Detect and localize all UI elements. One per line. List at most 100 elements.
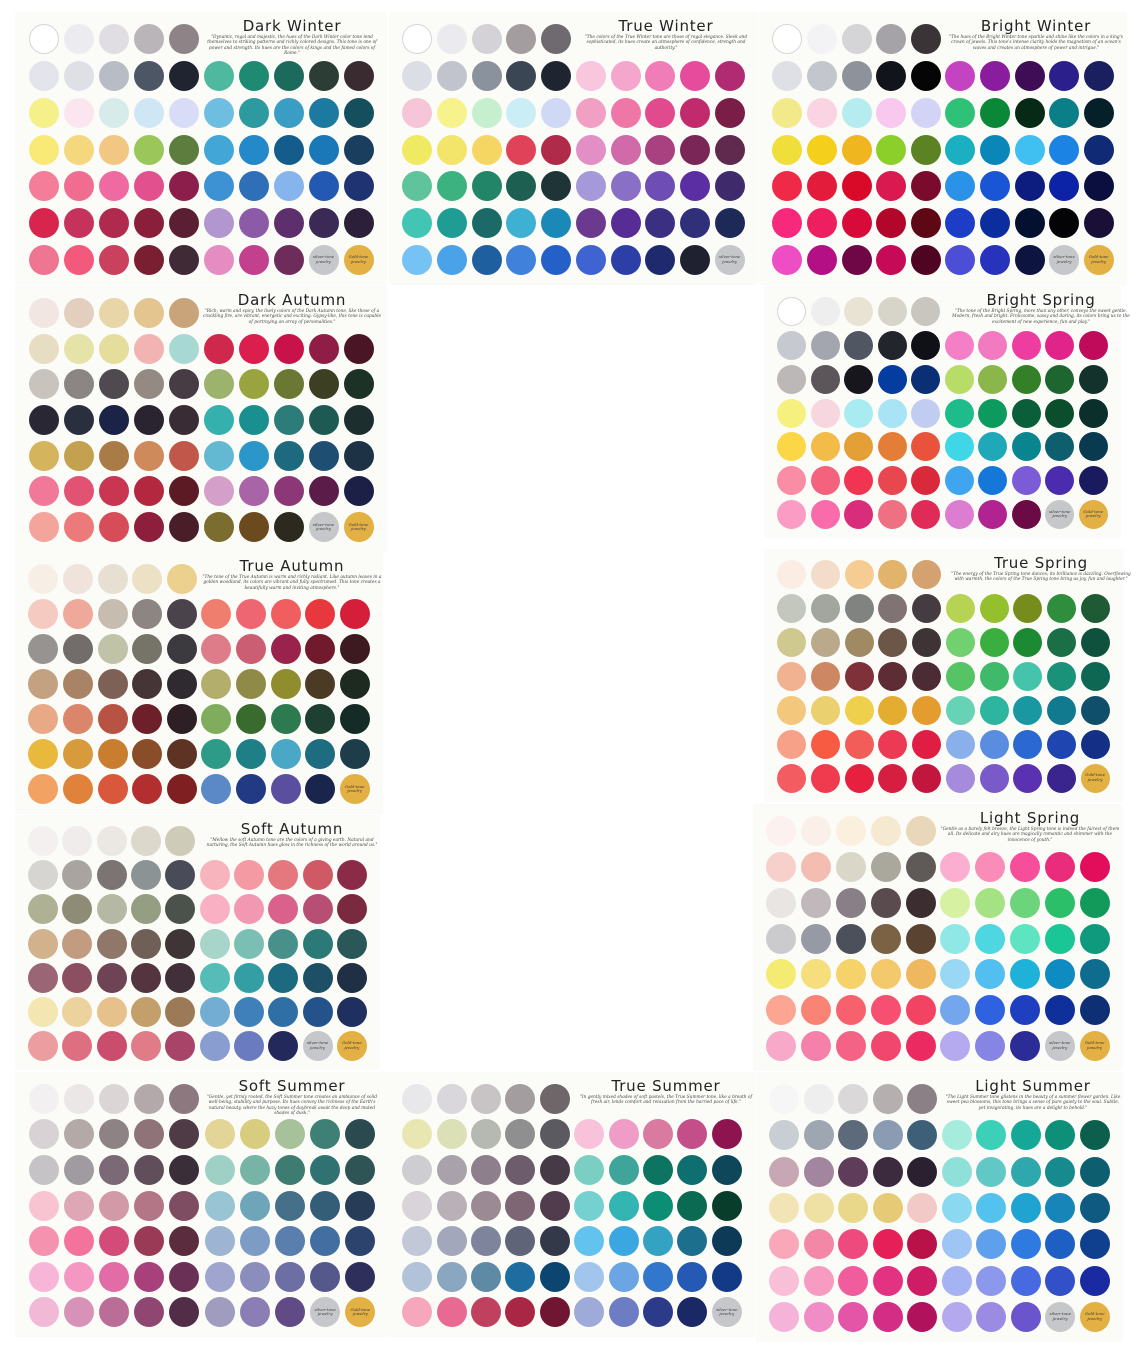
color-swatch [273,369,304,400]
color-swatch [777,662,807,691]
color-swatch [844,729,874,759]
color-swatch [133,24,164,55]
color-swatch [62,962,93,993]
color-swatch [97,704,128,735]
palette-description: "Dynamic, regal and majestic, the hues o… [207,35,377,57]
color-swatch [402,1261,433,1292]
color-swatch [803,1156,834,1187]
color-swatch [1010,887,1040,918]
color-swatch [806,61,837,92]
color-swatch [872,1229,903,1260]
color-swatch [471,97,502,128]
color-swatch [98,97,129,128]
color-swatch [275,1154,305,1185]
color-swatch [308,61,339,92]
color-swatch [844,763,874,793]
color-swatch [62,669,93,699]
color-swatch [343,134,374,165]
color-swatch [911,297,941,327]
color-swatch [63,1226,94,1257]
color-swatch [777,594,807,624]
color-swatch [905,1031,936,1062]
color-swatch [772,24,803,55]
color-swatch [336,894,367,925]
palette-title: Light Summer [975,1077,1091,1095]
color-swatch [907,1265,938,1296]
color-swatch [979,244,1010,275]
silver-jewelry-badge: silver-tone jewelry [1049,244,1080,275]
palette-card-bright-winter: Bright Winter "The hues of the Bright Win… [760,13,1126,284]
color-swatch [273,244,304,275]
color-swatch [28,774,59,805]
color-swatch [343,171,374,202]
color-swatch [878,594,908,624]
color-swatch [63,1190,94,1221]
color-swatch [1013,729,1043,759]
color-swatch [944,331,974,361]
color-swatch [877,432,907,462]
color-swatch [978,398,1008,428]
color-swatch [308,476,339,507]
color-swatch [203,440,234,471]
color-swatch [1013,594,1043,624]
color-swatch [803,1265,834,1296]
color-swatch [203,512,234,543]
color-swatch [308,97,339,128]
gold-jewelry-badge: Gold-tone jewelry [1080,763,1110,793]
color-swatch [811,729,841,759]
color-swatch [310,1154,341,1185]
color-swatch [402,1226,433,1257]
color-swatch [96,894,127,925]
color-swatch [62,894,93,925]
color-swatch [471,134,502,165]
color-swatch [905,959,936,990]
color-swatch [766,1031,797,1062]
color-swatch [539,1119,570,1150]
color-swatch [1079,1193,1110,1223]
color-swatch [1078,364,1108,394]
color-swatch [1078,331,1108,361]
color-swatch [878,628,908,658]
color-swatch [99,1226,129,1257]
color-swatch [941,1265,972,1296]
color-swatch [838,1120,869,1151]
color-swatch [975,959,1006,990]
silver-jewelry-badge: silver-tone jewelry [308,512,339,543]
color-swatch [976,1229,1007,1260]
color-swatch [877,398,907,428]
color-swatch [238,134,269,165]
color-swatch [63,24,94,55]
color-swatch [168,207,199,238]
palette-description: "The tone of the Bright Spring, more tha… [952,309,1130,325]
color-swatch [945,729,975,759]
color-swatch [169,1190,200,1221]
color-swatch [539,1297,570,1328]
color-swatch [1010,1229,1041,1260]
color-swatch [471,1190,501,1221]
color-swatch [273,476,304,507]
color-swatch [62,739,93,770]
color-swatch [766,887,797,918]
color-swatch [134,1154,165,1185]
color-swatch [471,24,502,55]
color-swatch [1049,207,1080,238]
color-swatch [844,594,874,624]
color-swatch [844,499,874,529]
color-swatch [714,61,745,92]
color-swatch [769,1301,800,1332]
gold-jewelry-badge: Gold-tone jewelry [345,1297,376,1328]
color-swatch [239,1226,270,1257]
color-swatch [803,1193,834,1223]
color-swatch [1045,1229,1076,1260]
color-swatch [132,633,163,664]
color-swatch [872,1193,903,1223]
color-swatch [905,851,936,882]
color-swatch [575,171,606,202]
color-swatch [98,244,129,275]
color-swatch [1046,594,1076,624]
gold-jewelry-badge: Gold-tone jewelry [336,1030,367,1061]
color-swatch [872,1084,903,1115]
color-swatch [169,1297,200,1328]
gold-jewelry-badge: Gold-tone jewelry [1079,1301,1110,1332]
color-swatch [97,598,128,629]
